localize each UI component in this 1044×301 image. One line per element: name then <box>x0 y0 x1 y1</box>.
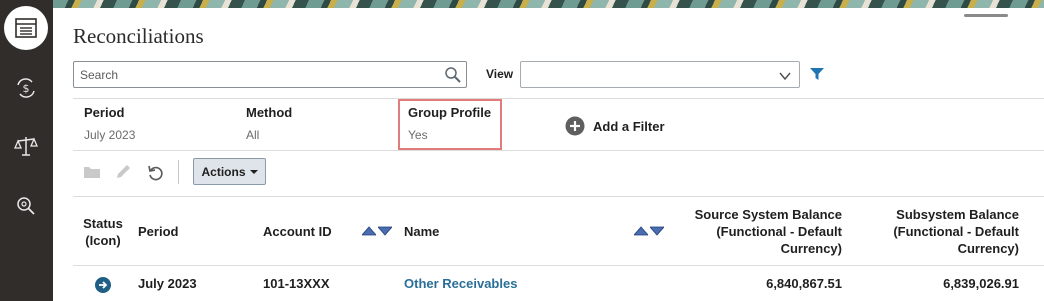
refresh-icon <box>148 165 163 181</box>
col-header-sub-line2: (Functional - Default <box>893 224 1019 239</box>
col-header-status-line2: (Icon) <box>85 233 121 248</box>
cell-period: July 2023 <box>138 276 197 291</box>
col-header-source-line3: Currency) <box>780 241 842 256</box>
account-id-sort-controls <box>362 226 392 236</box>
filter-icon <box>810 68 824 80</box>
divider <box>73 98 1044 99</box>
filter-period-value: July 2023 <box>84 128 136 142</box>
cell-account-id: 101-13XXX <box>263 276 330 291</box>
search-icon <box>445 67 461 83</box>
nav-matching-button[interactable] <box>4 124 48 168</box>
col-header-subsystem-balance[interactable]: Subsystem Balance (Functional - Default … <box>849 206 1019 257</box>
currency-exchange-icon: $ <box>17 78 35 98</box>
cell-source-balance: 6,840,867.51 <box>766 276 842 291</box>
col-header-source-line2: (Functional - Default <box>716 224 842 239</box>
add-filter-button[interactable]: Add a Filter <box>565 116 665 136</box>
search-box <box>73 61 467 88</box>
page-title: Reconciliations <box>73 24 204 48</box>
divider <box>73 150 1044 151</box>
col-header-name[interactable]: Name <box>404 223 439 240</box>
arrow-right-circle-icon <box>99 281 108 289</box>
sort-asc-icon[interactable] <box>634 226 648 236</box>
view-label: View <box>486 67 514 81</box>
decorative-banner <box>53 0 1044 8</box>
folder-button[interactable] <box>83 164 101 185</box>
refresh-button[interactable] <box>147 164 165 187</box>
plus-circle-icon <box>565 116 585 136</box>
filter-group-profile[interactable]: Group Profile Yes <box>408 105 491 142</box>
toolbar-separator <box>178 160 179 184</box>
sort-desc-icon[interactable] <box>650 226 664 236</box>
nav-reconciliations-button[interactable] <box>4 6 48 50</box>
left-navigation-rail: $ <box>0 0 53 301</box>
sort-asc-icon[interactable] <box>362 226 376 236</box>
col-header-status[interactable]: Status (Icon) <box>83 215 123 249</box>
pencil-icon <box>117 165 130 178</box>
add-filter-label: Add a Filter <box>593 118 665 134</box>
nav-transactions-button[interactable]: $ <box>4 66 48 110</box>
col-header-sub-line3: Currency) <box>957 241 1019 256</box>
filter-method-value: All <box>246 128 260 142</box>
filter-period-label: Period <box>84 105 125 120</box>
divider <box>73 265 1044 266</box>
filter-method-label: Method <box>246 105 293 120</box>
chevron-down-icon <box>779 72 791 81</box>
search-button[interactable] <box>444 66 462 89</box>
col-header-period[interactable]: Period <box>138 223 178 240</box>
divider <box>73 196 1044 197</box>
edit-button[interactable] <box>115 164 133 185</box>
col-header-source-balance[interactable]: Source System Balance (Functional - Defa… <box>672 206 842 257</box>
filter-button[interactable] <box>810 67 824 86</box>
cell-subsystem-balance: 6,839,026.91 <box>943 276 1019 291</box>
col-header-status-line1: Status <box>83 216 123 231</box>
nav-analysis-button[interactable] <box>4 184 48 228</box>
caret-down-icon <box>249 169 258 174</box>
balance-scale-icon <box>14 137 38 156</box>
filter-period[interactable]: Period July 2023 <box>84 105 135 142</box>
sort-desc-icon[interactable] <box>378 226 392 236</box>
col-header-source-line1: Source System Balance <box>694 207 842 222</box>
search-settings-icon <box>17 197 35 215</box>
filter-group-profile-label: Group Profile <box>408 105 492 120</box>
view-select[interactable] <box>520 61 800 88</box>
svg-text:$: $ <box>23 82 30 95</box>
col-header-account-id[interactable]: Account ID <box>263 223 332 240</box>
list-icon <box>15 18 37 38</box>
panel-drag-handle[interactable] <box>964 14 1008 17</box>
search-input[interactable] <box>74 62 434 87</box>
status-icon-cell[interactable] <box>95 277 111 293</box>
folder-icon <box>84 167 100 178</box>
cell-name-link[interactable]: Other Receivables <box>404 276 517 291</box>
actions-label: Actions <box>201 164 246 179</box>
filter-group-profile-value: Yes <box>408 128 428 142</box>
actions-button[interactable]: Actions <box>193 158 266 185</box>
filter-method[interactable]: Method All <box>246 105 292 142</box>
name-sort-controls <box>634 226 664 236</box>
col-header-sub-line1: Subsystem Balance <box>896 207 1019 222</box>
